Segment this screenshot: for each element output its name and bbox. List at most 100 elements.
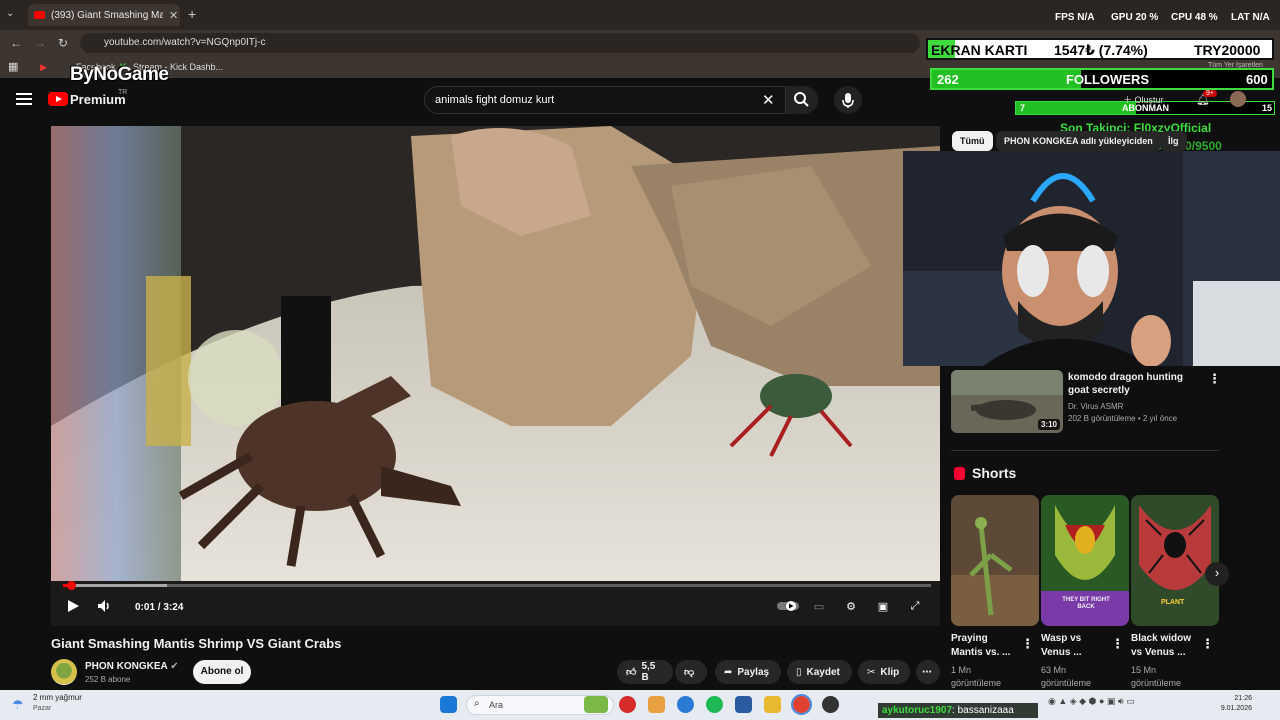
dislike-button[interactable]: 👎︎ <box>675 660 707 684</box>
share-icon: ➦ <box>724 666 733 678</box>
gpu-goal-panel: EKRAN KARTI 1547₺ (7.74%) TRY20000 <box>926 38 1274 60</box>
chip-from-uploader[interactable]: PHON KONGKEA adlı yükleyiciden <box>996 131 1161 151</box>
lat-stat: LAT N/A <box>1231 12 1270 23</box>
taskbar-search-icon: ⌕ <box>474 698 480 709</box>
followers-goal-panel: 262 FOLLOWERS 600 <box>930 68 1274 90</box>
store-icon[interactable] <box>735 696 752 713</box>
chrome-icon[interactable] <box>791 694 812 715</box>
play-icon <box>68 600 79 612</box>
reload-icon[interactable]: ↻ <box>58 36 68 50</box>
obs-icon[interactable] <box>822 696 839 713</box>
share-label: Paylaş <box>737 666 770 678</box>
clock-date: 9.01.2026 <box>1220 705 1252 712</box>
clear-search-icon[interactable]: ✕ <box>762 91 775 109</box>
lat-value: N/A <box>1252 12 1270 23</box>
windows-start-icon[interactable] <box>440 696 457 713</box>
weather-condition[interactable]: 2 mm yağmur <box>33 693 82 702</box>
short-overlay-text: PLANT <box>1161 599 1185 606</box>
app-icon-red[interactable] <box>619 696 636 713</box>
windows-taskbar: ☂ 2 mm yağmur Pazar Ara ⌕ ◉ ▲ ◈ ◆ ⬢ ● ▣ … <box>0 690 1280 720</box>
short-card[interactable] <box>951 495 1039 626</box>
search-button[interactable] <box>786 86 818 114</box>
verified-check-icon: ✔ <box>170 661 179 672</box>
subscription-bar-fill <box>1016 102 1137 114</box>
subscribe-button[interactable]: Abone ol <box>193 660 251 684</box>
file-explorer-icon[interactable] <box>764 696 781 713</box>
gpu-goal-label: EKRAN KARTI <box>931 42 1028 58</box>
hamburger-menu-icon[interactable] <box>16 93 32 105</box>
settings-button[interactable]: ⚙ <box>841 598 861 614</box>
apps-grid-icon[interactable]: ▦ <box>8 60 18 73</box>
save-button[interactable]: ▯ Kaydet <box>787 660 852 684</box>
tab-close-icon[interactable]: ✕ <box>169 9 178 22</box>
spotify-icon[interactable] <box>706 696 723 713</box>
system-tray-icons[interactable]: ◉ ▲ ◈ ◆ ⬢ ● ▣ 🔊︎ ▭ <box>1048 696 1198 713</box>
recommended-meta: 202 B görüntüleme • 2 yıl önce <box>1068 414 1178 423</box>
account-avatar[interactable] <box>1230 91 1246 107</box>
short-more-icon[interactable]: ⋮ <box>1201 636 1214 652</box>
video-player[interactable] <box>51 126 940 626</box>
subscriber-count: 252 B abone <box>85 675 131 684</box>
gpu-stat: GPU 20 % <box>1111 12 1158 23</box>
more-actions-button[interactable]: ⋯ <box>916 660 940 684</box>
short-more-icon[interactable]: ⋮ <box>1111 636 1124 652</box>
search-input[interactable]: animals fight domuz kurt <box>424 86 786 114</box>
play-button[interactable] <box>63 598 83 614</box>
fullscreen-button[interactable]: ⤢ <box>905 598 925 614</box>
section-divider <box>951 450 1219 451</box>
autoplay-toggle[interactable] <box>777 598 801 614</box>
recommended-title[interactable]: komodo dragon hunting goat secretly <box>1068 371 1204 397</box>
browser-tab[interactable]: (393) Giant Smashing Mantis S ✕ <box>28 4 180 26</box>
scissors-icon: ✂ <box>867 666 876 678</box>
channel-name[interactable]: PHON KONGKEA ✔ <box>85 661 179 672</box>
chip-related[interactable]: İlg <box>1160 131 1187 151</box>
followers-target: 600 <box>1246 72 1268 87</box>
short-title[interactable]: Black widow vs Venus ... <box>1131 632 1201 660</box>
url-field[interactable]: youtube.com/watch?v=NGQnp0ITj-c <box>80 33 920 53</box>
chip-all[interactable]: Tümü <box>952 131 993 151</box>
miniplayer-button[interactable]: ▣ <box>873 598 893 614</box>
clip-label: Klip <box>880 666 900 678</box>
weather-rain-icon[interactable]: ☂ <box>12 697 24 713</box>
youtube-logo-icon[interactable] <box>48 92 68 106</box>
recommended-thumbnail[interactable]: 3:10 <box>951 370 1063 433</box>
subtitles-icon: ▭ <box>813 600 825 613</box>
recommended-more-icon[interactable]: ⋮ <box>1208 371 1221 387</box>
followers-current: 262 <box>937 72 959 87</box>
youtube-bookmark-icon[interactable]: ▶ <box>40 62 47 73</box>
fps-value: N/A <box>1077 12 1095 23</box>
region-code: TR <box>118 89 128 96</box>
like-button[interactable]: 👍︎ 5,5 B <box>617 660 673 684</box>
progress-buffered <box>63 584 168 587</box>
short-card[interactable]: THEY BIT RIGHT BACK <box>1041 495 1129 626</box>
share-button[interactable]: ➦ Paylaş <box>715 660 781 684</box>
volume-button[interactable] <box>95 598 115 614</box>
progress-scrubber[interactable] <box>67 581 76 590</box>
channel-avatar[interactable] <box>51 659 77 685</box>
taskbar-clock[interactable]: 21:26 9.01.2026 <box>1216 694 1252 714</box>
short-card[interactable]: PLANT <box>1131 495 1219 626</box>
edge-icon[interactable] <box>677 696 694 713</box>
back-arrow-icon[interactable]: ← <box>10 36 22 50</box>
voice-search-button[interactable] <box>834 86 862 114</box>
progress-bar[interactable] <box>63 581 931 590</box>
autoplay-toggle-icon <box>777 601 799 611</box>
shorts-next-button[interactable]: › <box>1205 562 1229 586</box>
tab-search-chevron-icon[interactable]: ⌄ <box>6 8 14 19</box>
webcam-image <box>903 151 1280 366</box>
short-more-icon[interactable]: ⋮ <box>1021 636 1034 652</box>
channel-name-text: PHON KONGKEA <box>85 661 168 672</box>
short-views-label: görüntüleme <box>1041 678 1092 688</box>
notification-badge: 9+ <box>1203 90 1217 97</box>
short-title[interactable]: Wasp vs Venus ... <box>1041 632 1111 660</box>
clip-button[interactable]: ✂ Klip <box>858 660 910 684</box>
subtitles-button[interactable]: ▭ <box>809 598 829 614</box>
create-button[interactable]: ＋ Oluştur <box>1123 93 1164 106</box>
widgets-icon[interactable] <box>584 696 608 713</box>
tab-title: (393) Giant Smashing Mantis S <box>51 9 163 21</box>
forward-arrow-icon[interactable]: → <box>34 36 46 50</box>
new-tab-plus-icon[interactable]: + <box>188 6 196 22</box>
short-title[interactable]: Praying Mantis vs. ... <box>951 632 1021 660</box>
copilot-icon[interactable] <box>648 696 665 713</box>
more-horizontal-icon: ⋯ <box>922 666 932 678</box>
